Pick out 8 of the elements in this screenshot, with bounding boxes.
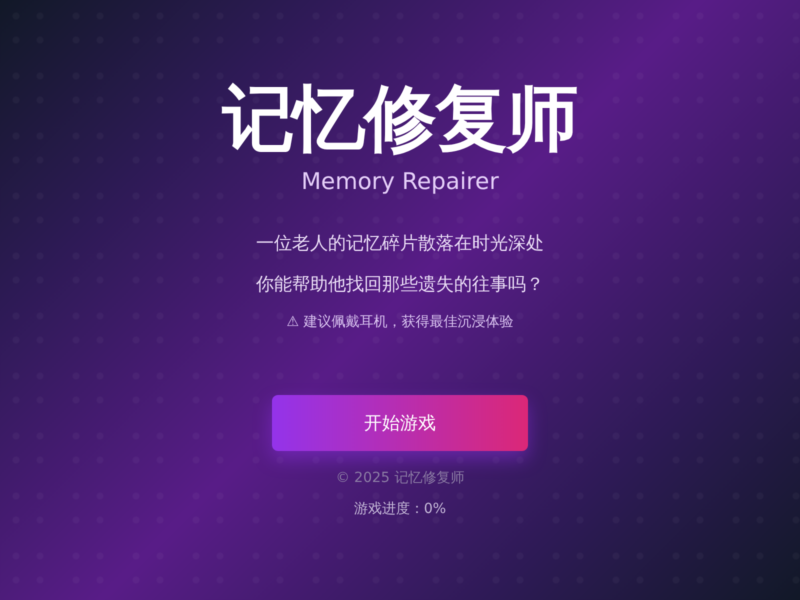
start-game-button[interactable]: 开始游戏 — [272, 395, 528, 451]
progress-text: 游戏进度：0% — [354, 500, 446, 519]
intro-text: 一位老人的记忆碎片散落在时光深处 — [256, 232, 544, 256]
intro-text: 你能帮助他找回那些遗失的往事吗？ — [256, 273, 544, 297]
game-subtitle: Memory Repairer — [301, 168, 499, 197]
game-title: 记忆修复师 — [222, 82, 578, 154]
copyright-text: © 2025 记忆修复师 — [336, 469, 464, 488]
headphone-hint: ⚠ 建议佩戴耳机，获得最佳沉浸体验 — [286, 313, 514, 332]
